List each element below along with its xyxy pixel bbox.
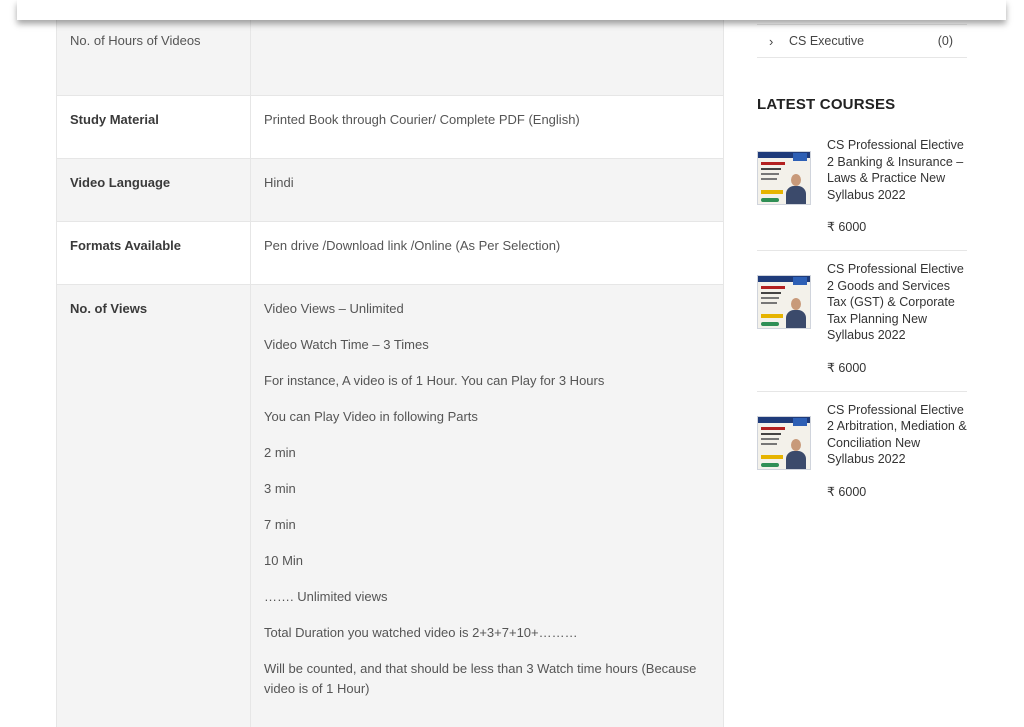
views-line: Will be counted, and that should be less… — [264, 659, 710, 699]
table-row: Video Language Hindi — [57, 159, 724, 222]
spec-value — [251, 17, 724, 96]
course-price: ₹ 6000 — [827, 360, 967, 375]
category-item-cs-executive[interactable]: › CS Executive (0) — [757, 24, 967, 58]
views-line: 2 min — [264, 443, 710, 463]
spec-label: No. of Hours of Videos — [57, 17, 251, 96]
table-row: No. of Views Video Views – Unlimited Vid… — [57, 285, 724, 727]
views-line: ……. Unlimited views — [264, 587, 710, 607]
views-line: For instance, A video is of 1 Hour. You … — [264, 371, 710, 391]
course-thumbnail[interactable] — [757, 275, 811, 329]
views-line: You can Play Video in following Parts — [264, 407, 710, 427]
views-line: Video Views – Unlimited — [264, 299, 710, 319]
course-thumbnail[interactable] — [757, 151, 811, 205]
course-item[interactable]: CS Professional Elective 2 Banking & Ins… — [757, 127, 967, 251]
spec-value: Hindi — [251, 159, 724, 222]
spec-label: Formats Available — [57, 222, 251, 285]
views-line: 10 Min — [264, 551, 710, 571]
views-line: 7 min — [264, 515, 710, 535]
course-price: ₹ 6000 — [827, 484, 967, 499]
spec-label: No. of Views — [57, 285, 251, 727]
course-item[interactable]: CS Professional Elective 2 Arbitration, … — [757, 392, 967, 515]
course-item[interactable]: CS Professional Elective 2 Goods and Ser… — [757, 251, 967, 392]
table-row: Study Material Printed Book through Cour… — [57, 96, 724, 159]
category-count: (0) — [938, 34, 967, 48]
table-row: Formats Available Pen drive /Download li… — [57, 222, 724, 285]
spec-label: Study Material — [57, 96, 251, 159]
views-line: Video Watch Time – 3 Times — [264, 335, 710, 355]
views-line: 3 min — [264, 479, 710, 499]
table-row: No. of Hours of Videos — [57, 17, 724, 96]
header-shadow-bar — [17, 0, 1006, 20]
sidebar: › CS Executive (0) LATEST COURSES CS Pro… — [757, 17, 967, 515]
spec-value: Pen drive /Download link /Online (As Per… — [251, 222, 724, 285]
spec-value: Printed Book through Courier/ Complete P… — [251, 96, 724, 159]
course-price: ₹ 6000 — [827, 219, 967, 234]
views-details: Video Views – Unlimited Video Watch Time… — [251, 285, 724, 727]
chevron-right-icon: › — [757, 34, 789, 49]
course-title-link[interactable]: CS Professional Elective 2 Arbitration, … — [827, 402, 967, 468]
category-name[interactable]: CS Executive — [789, 34, 938, 48]
spec-label: Video Language — [57, 159, 251, 222]
latest-courses-heading: LATEST COURSES — [757, 96, 967, 113]
course-thumbnail[interactable] — [757, 416, 811, 470]
course-specs-table: No. of Hours of Videos Study Material Pr… — [56, 17, 724, 727]
course-title-link[interactable]: CS Professional Elective 2 Banking & Ins… — [827, 137, 967, 203]
views-line: Total Duration you watched video is 2+3+… — [264, 623, 710, 643]
course-title-link[interactable]: CS Professional Elective 2 Goods and Ser… — [827, 261, 967, 344]
